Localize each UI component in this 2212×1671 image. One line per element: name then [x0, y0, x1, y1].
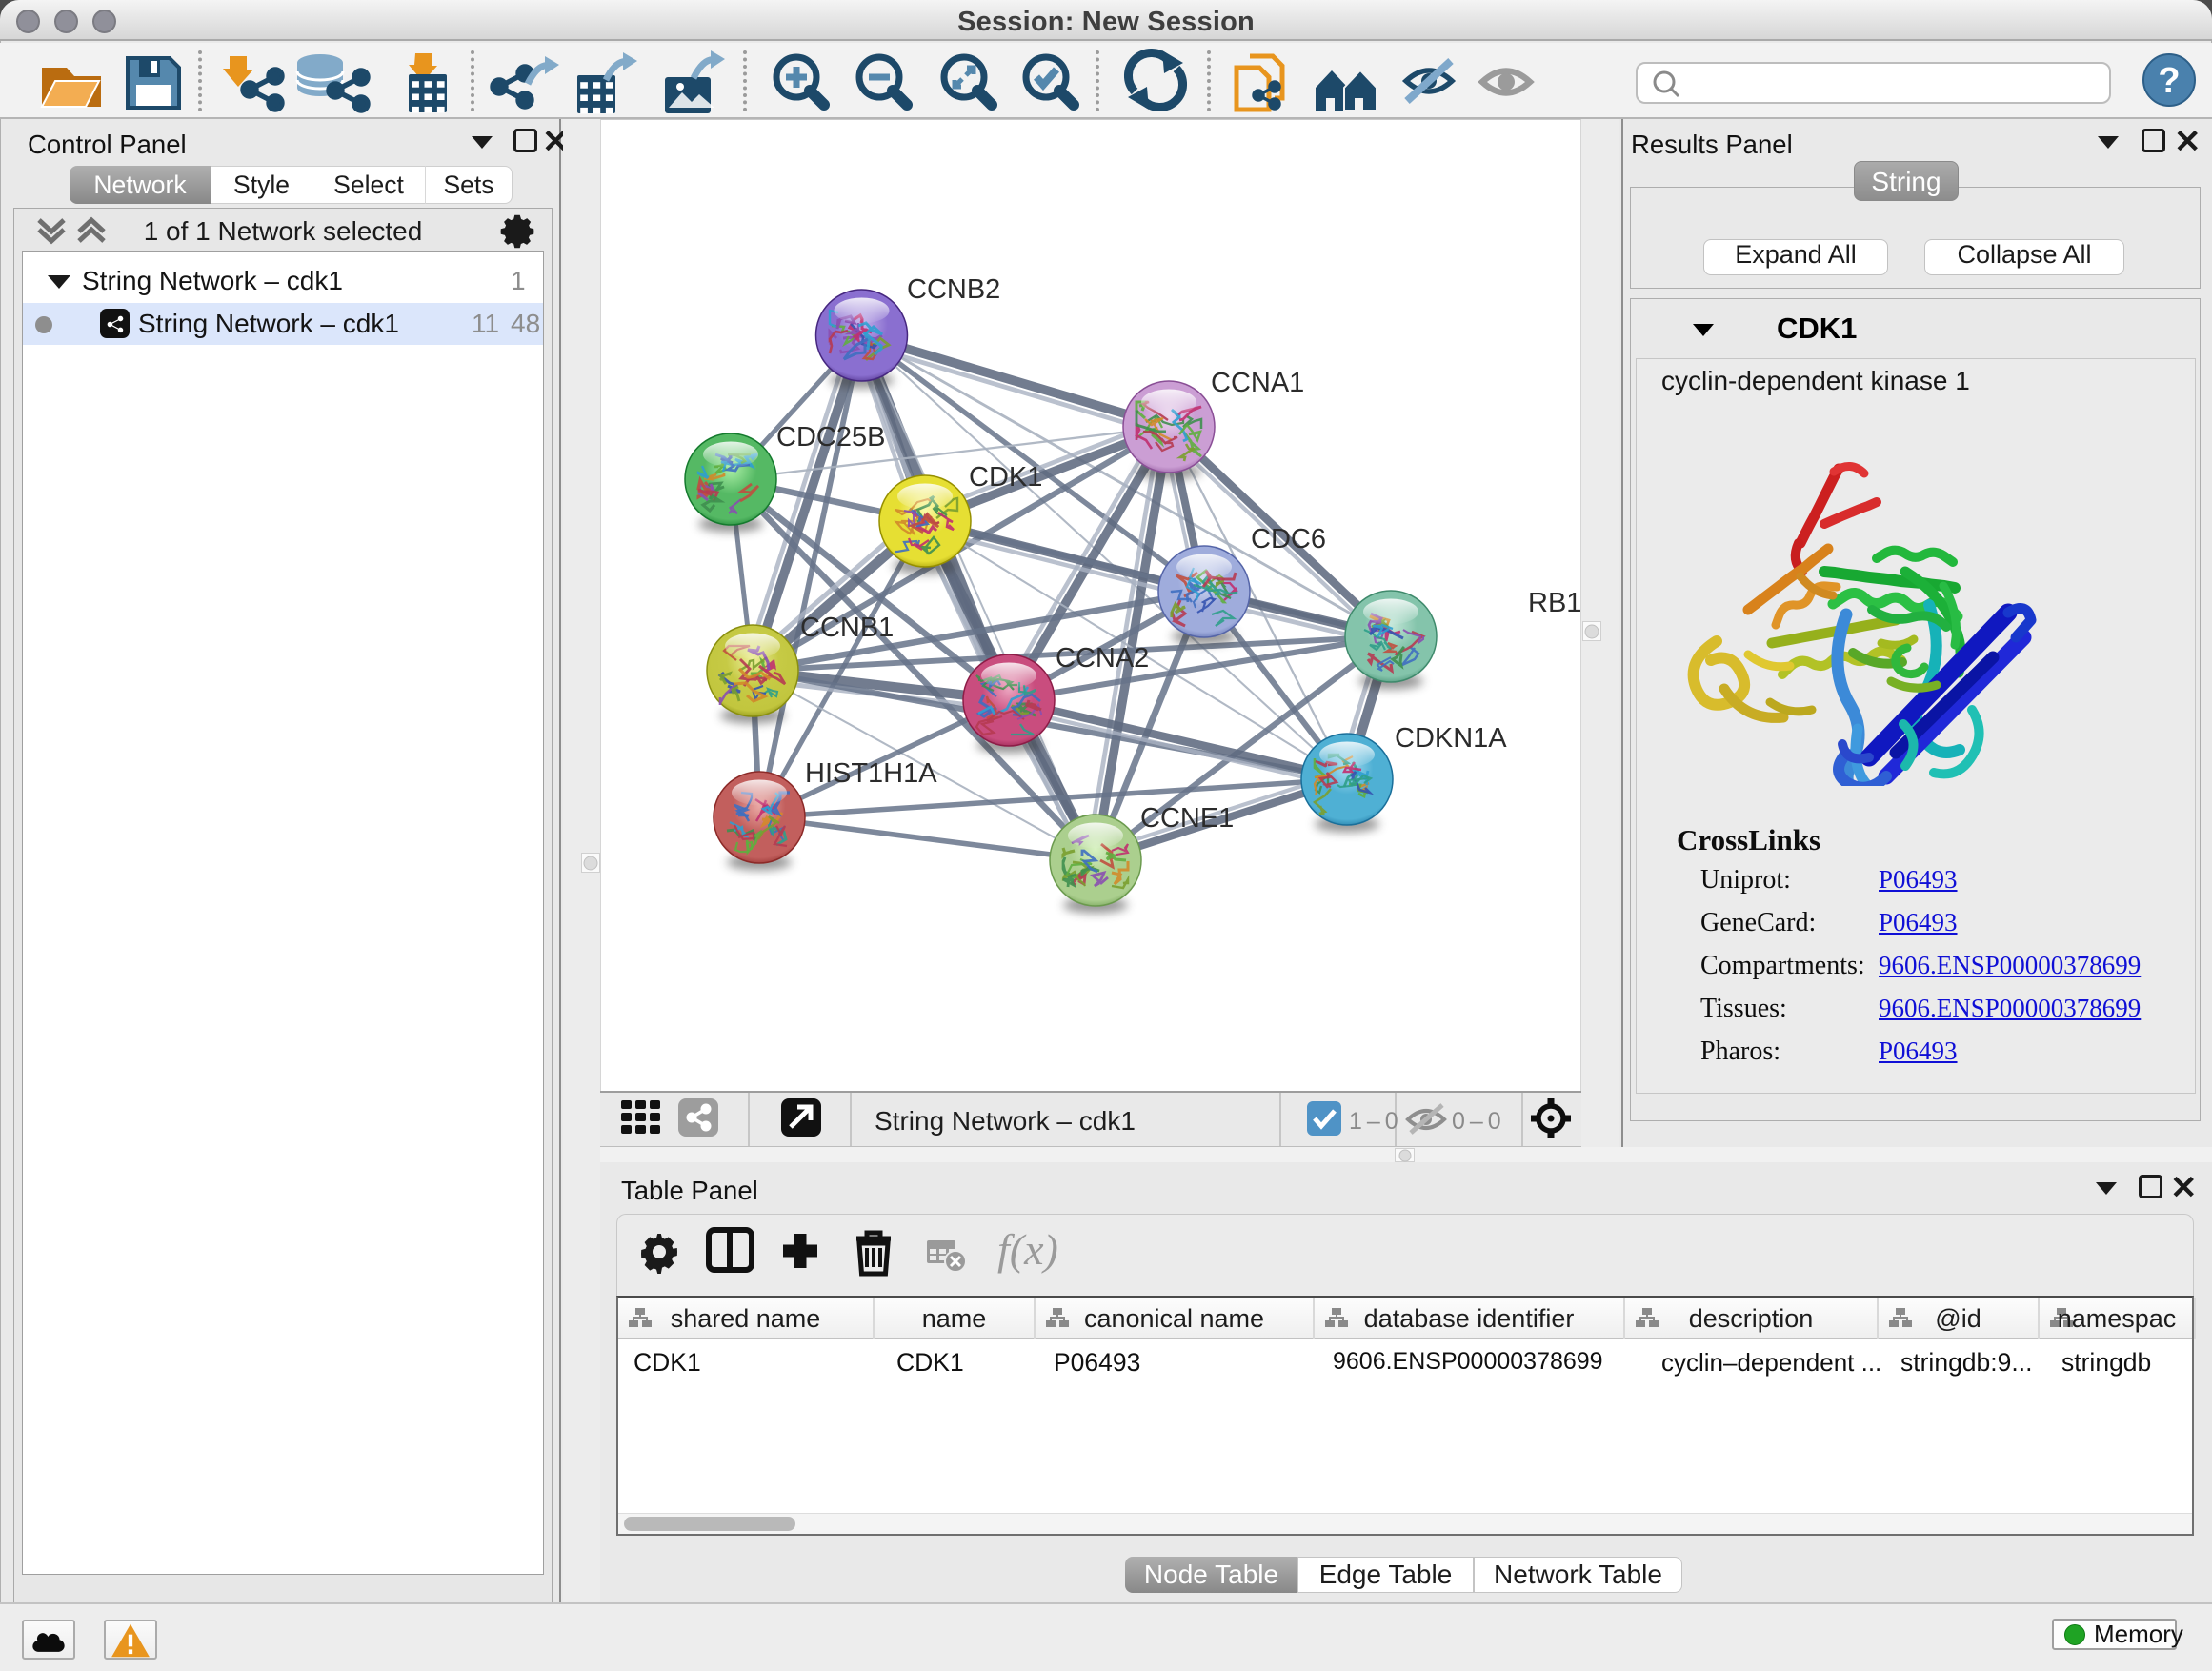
svg-text:f(x): f(x) [997, 1225, 1058, 1274]
svg-text:RB1: RB1 [1528, 588, 1581, 618]
svg-text:CDC25B: CDC25B [776, 422, 885, 453]
svg-text:HIST1H1A: HIST1H1A [805, 758, 937, 789]
svg-text:CDK1: CDK1 [969, 462, 1042, 493]
svg-text:CCNA1: CCNA1 [1211, 368, 1304, 398]
svg-text:CCNE1: CCNE1 [1140, 803, 1234, 834]
svg-text:CCNB2: CCNB2 [907, 274, 1000, 305]
svg-text:CCNA2: CCNA2 [1056, 643, 1149, 674]
svg-text:CCNB1: CCNB1 [800, 613, 894, 643]
svg-text:?: ? [2158, 61, 2180, 101]
svg-text:CDKN1A: CDKN1A [1395, 723, 1507, 754]
svg-text:CDC6: CDC6 [1251, 524, 1326, 554]
